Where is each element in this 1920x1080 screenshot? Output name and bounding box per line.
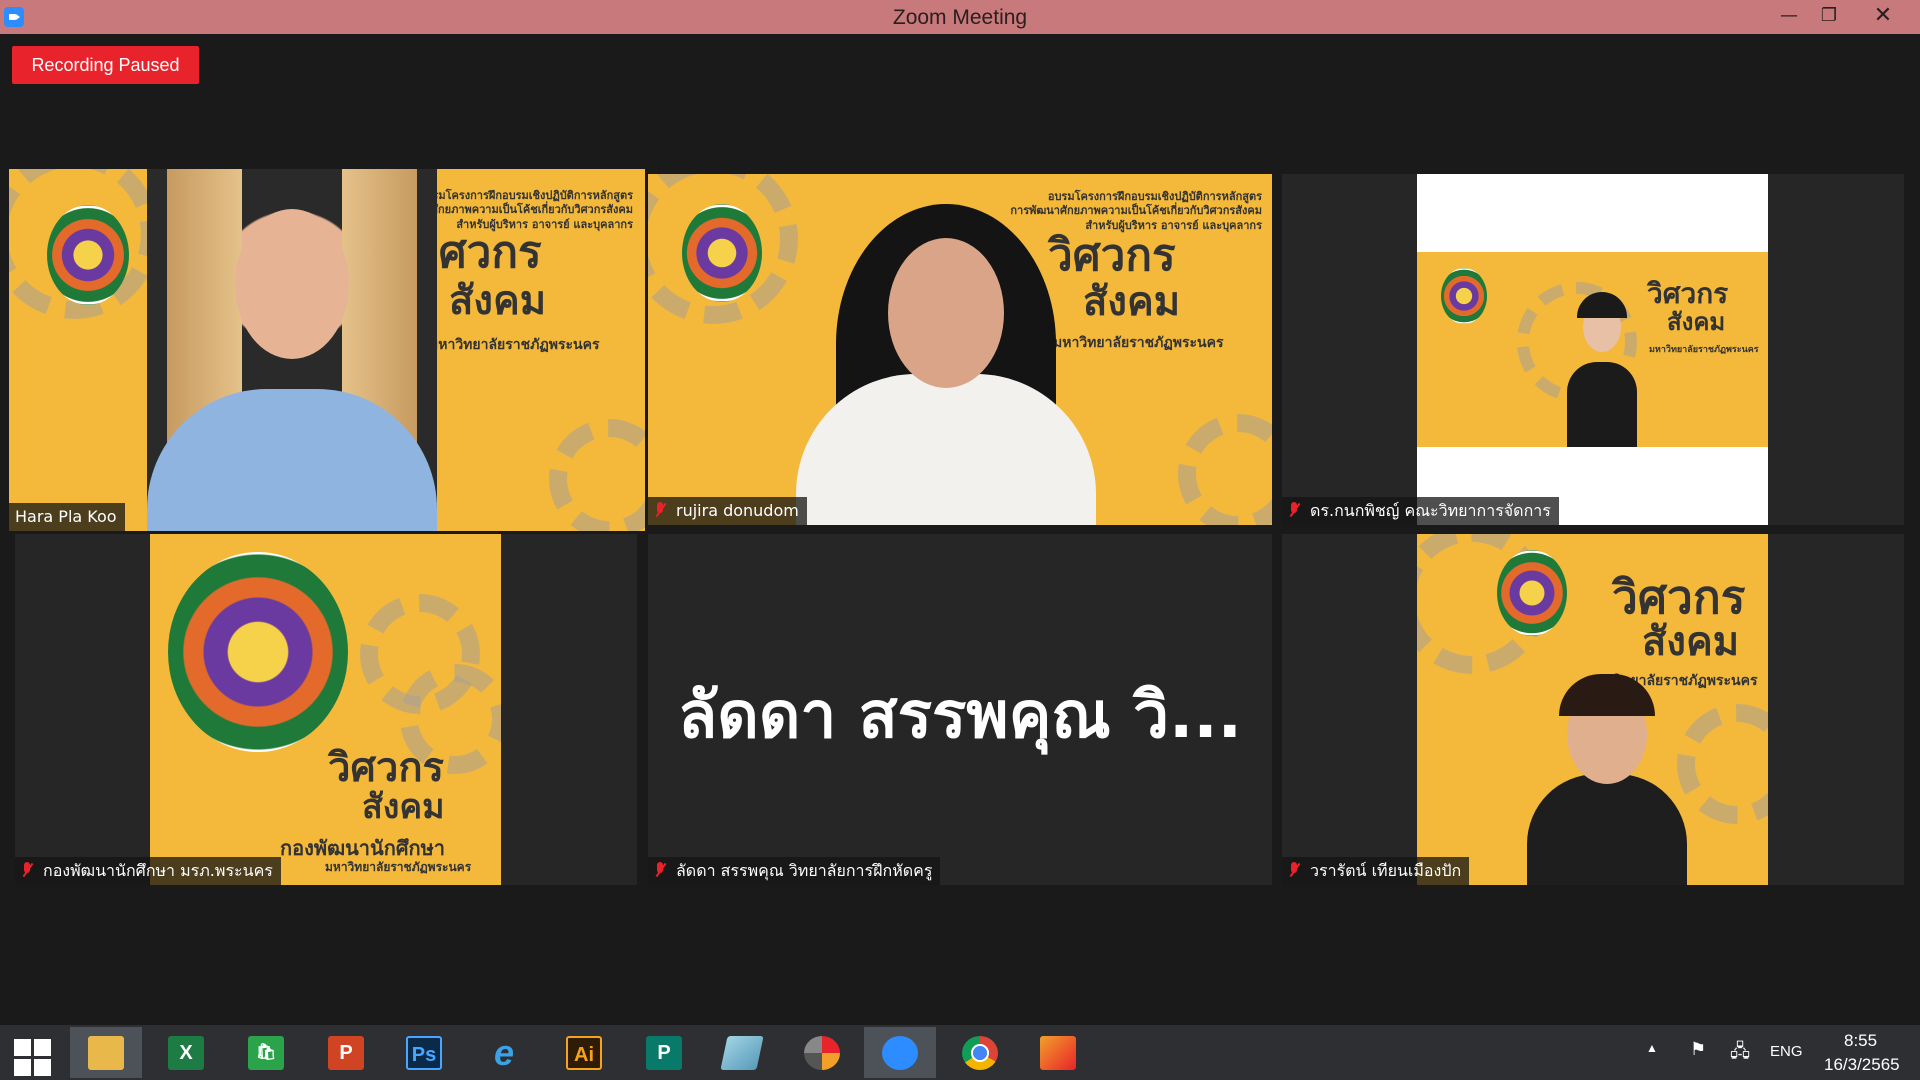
video-tile-ladda[interactable]: ลัดดา สรรพคุณ วิ... ลัดดา สรรพคุณ วิทยาล… [648,534,1272,885]
network-icon[interactable]: 🖧 [1730,1039,1750,1069]
video-tile-student-affairs[interactable]: วิศวกร สังคม กองพัฒนานักศึกษา มหาวิทยาลั… [15,534,637,885]
muted-microphone-icon [21,862,33,878]
window-title: Zoom Meeting [892,6,1028,29]
muted-microphone-icon [654,862,666,878]
muted-microphone-icon [1288,862,1300,878]
title-bar: Zoom Meeting — ❐ ✕ [0,0,1920,34]
participant-name-label: ดร.กนกพิชญ์ คณะวิทยาการจัดการ [1282,497,1559,525]
taskbar-zoom[interactable] [864,1027,936,1078]
participant-name: กองพัฒนานักศึกษา มรภ.พระนคร [43,861,273,880]
participant-name-label: Hara Pla Koo [9,503,125,531]
university-seal-icon [1497,550,1567,636]
university-seal-icon [1441,268,1487,324]
university-seal-icon [47,205,129,305]
participant-display-name: ลัดดา สรรพคุณ วิ... [678,679,1242,753]
windows-start-icon[interactable] [14,1039,52,1077]
participant-name-label: rujira donudom [648,497,807,525]
muted-microphone-icon [1288,502,1300,518]
gear-icon [1178,414,1272,525]
close-button[interactable]: ✕ [1860,0,1906,34]
poster-title-line2: สังคม [449,278,547,324]
video-tile-rujira-donudom[interactable]: อบรมโครงการฝึกอบรมเชิงปฏิบัติการหลักสูตร… [648,174,1272,525]
participant-name-label: วรารัตน์ เทียนเมืองปัก [1282,857,1470,885]
participant-name: วรารัตน์ เทียนเมืองปัก [1310,861,1462,880]
store-icon: 🛍 [248,1036,284,1070]
background-poster: วิศวกร สังคม มหาวิทยาลัยราชภัฏพระนคร [1417,252,1768,447]
participant-video [147,169,437,531]
illustrator-icon: Ai [566,1036,602,1070]
restore-button[interactable]: ❐ [1806,0,1852,34]
participant-video-frame: วิศวกร สังคม มหาวิทยาลัยราชภัฏพระนคร [1417,174,1768,525]
clock-date[interactable]: 16/3/2565 [1824,1055,1900,1075]
poster-university: มหาวิทยาลัยราชภัฏพระนคร [325,860,472,874]
background-poster: วิศวกร สังคม กองพัฒนานักศึกษา มหาวิทยาลั… [150,534,501,885]
poster-title-line1: วิศวกร [1647,277,1729,310]
taskbar-notepad[interactable] [706,1027,778,1078]
gear-icon [1677,704,1768,824]
university-seal-icon [168,552,348,752]
windows-taskbar: X 🛍 P Ps e Ai P ▲ ⚑ 🖧 ENG 8:55 16/3/2565 [0,1025,1920,1080]
participant-name-label: ลัดดา สรรพคุณ วิทยาลัยการฝึกหัดครู [648,857,941,885]
participant-name: Hara Pla Koo [15,507,117,526]
poster-title-line2: สังคม [1083,279,1181,325]
chrome-icon [962,1036,998,1070]
gear-icon [549,419,645,531]
poster-title-line1: วิศวกร [328,745,445,791]
taskbar-store[interactable]: 🛍 [230,1027,302,1078]
participant-video [796,174,1096,525]
participant-name: ลัดดา สรรพคุณ วิทยาลัยการฝึกหัดครู [676,861,933,880]
publisher-icon: P [646,1036,682,1070]
taskbar-powerpoint[interactable]: P [310,1027,382,1078]
taskbar-photos[interactable] [1022,1027,1094,1078]
input-language[interactable]: ENG [1770,1043,1803,1060]
taskbar-chrome[interactable] [944,1027,1016,1078]
excel-icon: X [168,1036,204,1070]
powerpoint-icon: P [328,1036,364,1070]
muted-microphone-icon [654,502,666,518]
zoom-icon [882,1036,918,1070]
taskbar-excel[interactable]: X [150,1027,222,1078]
photoscape-icon [804,1036,840,1070]
university-seal-icon [682,204,762,302]
poster-title-line2: สังคม [1667,308,1726,336]
taskbar-photoshop[interactable]: Ps [388,1027,460,1078]
video-tile-hara-pla-koo[interactable]: อบรมโครงการฝึกอบรมเชิงปฏิบัติการหลักสูตร… [9,169,645,531]
taskbar-file-explorer[interactable] [70,1027,142,1078]
poster-title-line2: สังคม [362,787,445,827]
poster-university: มหาวิทยาลัยราชภัฏพระนคร [1649,345,1759,355]
internet-explorer-icon: e [493,1032,515,1073]
participant-name: rujira donudom [676,501,799,520]
action-center-flag-icon[interactable]: ⚑ [1690,1039,1706,1060]
poster-university: มหาวิทยาลัยราชภัฏพระนคร [429,337,600,353]
participant-name: ดร.กนกพิชญ์ คณะวิทยาการจัดการ [1310,501,1551,520]
video-tile-wararat[interactable]: วิศวกร สังคม มหาวิทยาลัยราชภัฏพระนคร วรา… [1282,534,1904,885]
participant-name-label: กองพัฒนานักศึกษา มรภ.พระนคร [15,857,281,885]
show-hidden-icons-icon[interactable]: ▲ [1646,1041,1658,1055]
taskbar-internet-explorer[interactable]: e [468,1027,540,1078]
poster-title-line1: วิศวกร [1612,570,1746,624]
photoshop-icon: Ps [406,1036,442,1070]
background-poster: วิศวกร สังคม มหาวิทยาลัยราชภัฏพระนคร [1417,534,1768,885]
video-tile-kanokpich[interactable]: วิศวกร สังคม มหาวิทยาลัยราชภัฏพระนคร ดร.… [1282,174,1904,525]
recording-paused-badge[interactable]: Recording Paused [12,46,199,84]
taskbar-photoscape[interactable] [786,1027,858,1078]
notepad-icon [720,1036,764,1070]
photos-icon [1040,1036,1076,1070]
folder-icon [88,1036,124,1070]
taskbar-publisher[interactable]: P [628,1027,700,1078]
clock-time[interactable]: 8:55 [1844,1031,1877,1051]
taskbar-illustrator[interactable]: Ai [548,1027,620,1078]
